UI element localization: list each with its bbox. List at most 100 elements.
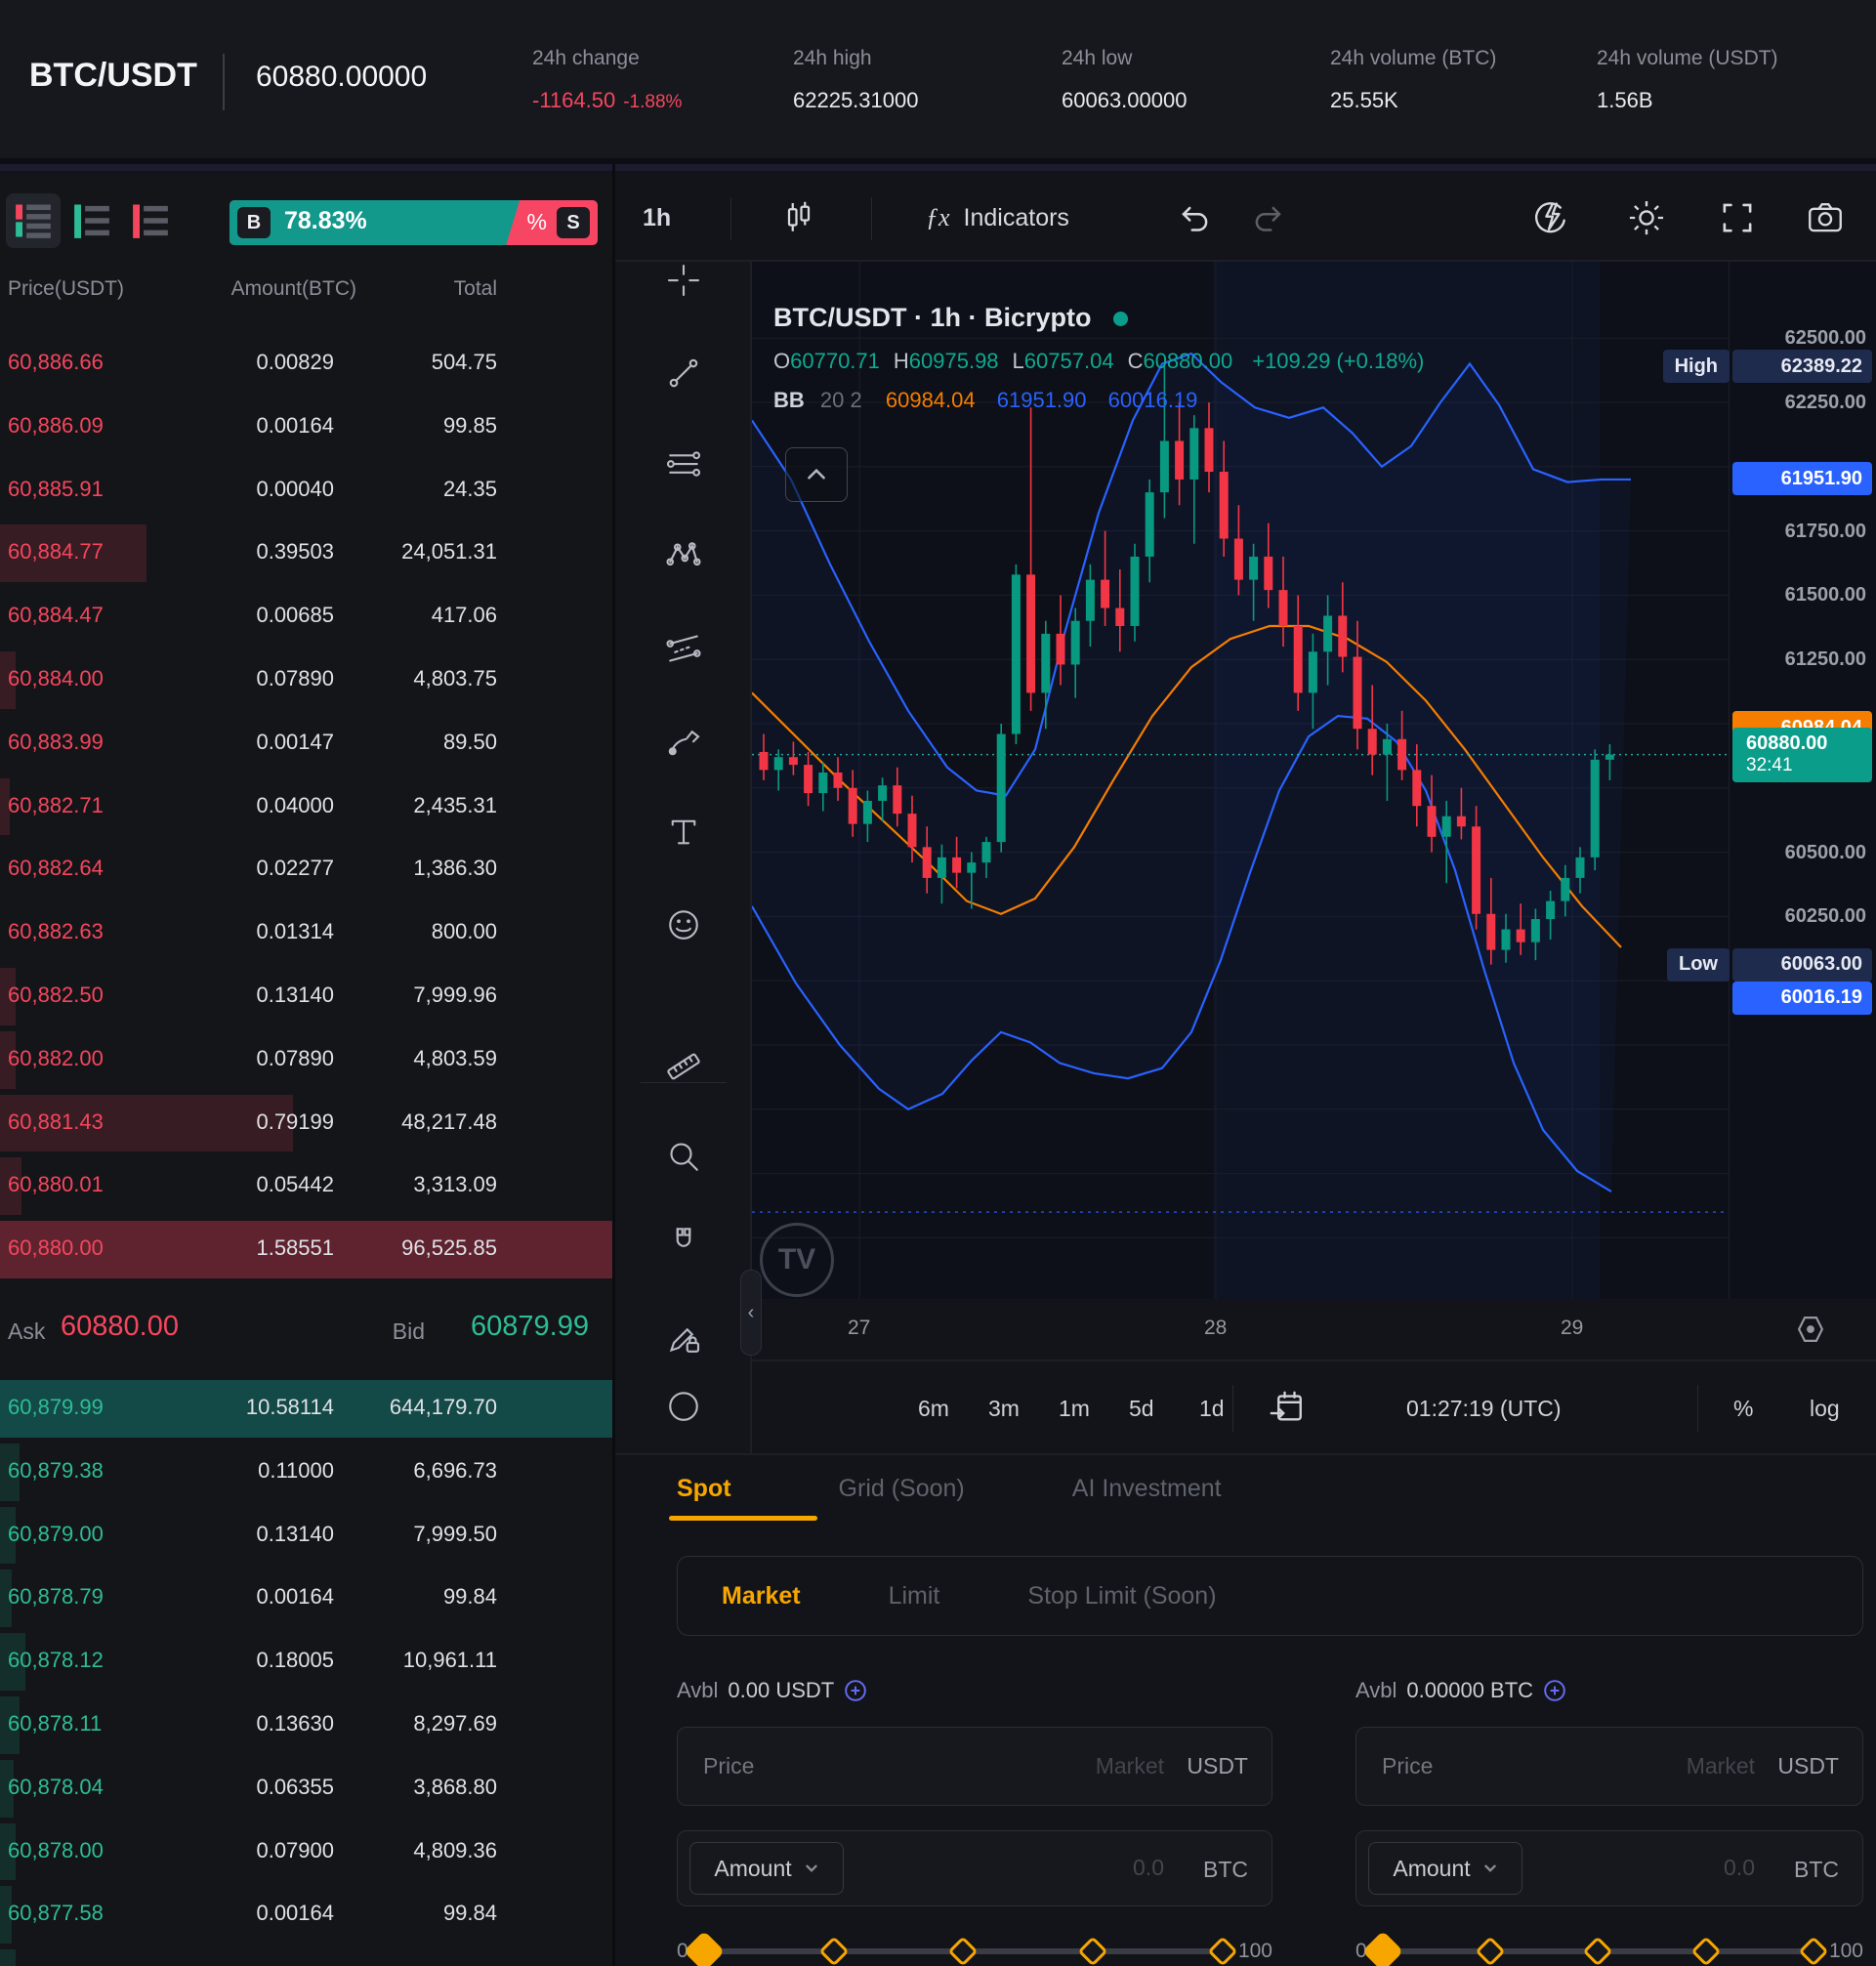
slider-track[interactable]: [1383, 1948, 1813, 1954]
indicators-button[interactable]: ƒx Indicators: [926, 176, 1069, 260]
ask-row[interactable]: 60,882.00 0.07890 4,803.59: [0, 1028, 612, 1092]
slider-step-100[interactable]: [1798, 1936, 1828, 1966]
tab-stop-limit[interactable]: Stop Limit (Soon): [1027, 1582, 1216, 1610]
ask-row[interactable]: 60,886.66 0.00829 504.75: [0, 332, 612, 396]
order-price: 60,881.43: [8, 1109, 104, 1135]
orderbook-view-asks-button[interactable]: [123, 193, 178, 248]
goto-date-button[interactable]: [1268, 1363, 1307, 1453]
sell-amount-selector[interactable]: Amount: [1368, 1842, 1522, 1895]
tab-ai-investment[interactable]: AI Investment: [1072, 1475, 1222, 1503]
redo-button[interactable]: [1250, 176, 1289, 260]
buy-price-input[interactable]: Price Market USDT: [677, 1727, 1272, 1806]
tab-market[interactable]: Market: [722, 1582, 801, 1610]
buy-amount-input[interactable]: Amount 0.0 BTC: [677, 1830, 1272, 1906]
price-scale[interactable]: 62500.0062250.0061750.0061500.0061250.00…: [1729, 262, 1876, 1299]
mode-log[interactable]: log: [1810, 1363, 1840, 1453]
brush-tool[interactable]: [664, 721, 703, 760]
bid-row[interactable]: 60,879.99 10.58114 644,179.70: [0, 1377, 612, 1441]
bid-row[interactable]: 60,878.79 0.00164 99.84: [0, 1567, 612, 1630]
trendline-tool[interactable]: [664, 354, 703, 393]
bid-row[interactable]: 60,878.11 0.13630 8,297.69: [0, 1694, 612, 1757]
ask-row[interactable]: 60,884.47 0.00685 417.06: [0, 585, 612, 648]
bid-row[interactable]: 60,879.38 0.11000 6,696.73: [0, 1441, 612, 1504]
clock-utc[interactable]: 01:27:19 (UTC): [1406, 1363, 1562, 1453]
slider-step-75[interactable]: [1078, 1936, 1108, 1966]
horizontal-lines-tool[interactable]: [664, 444, 703, 483]
ask-row[interactable]: 60,880.01 0.05442 3,313.09: [0, 1154, 612, 1218]
buy-amount-slider[interactable]: 0 100: [677, 1930, 1272, 1966]
ask-row[interactable]: 60,885.91 0.00040 24.35: [0, 459, 612, 523]
orderbook-view-both-button[interactable]: [6, 193, 61, 248]
ask-row[interactable]: 60,881.43 0.79199 48,217.48: [0, 1092, 612, 1155]
best-bid-price[interactable]: 60879.99: [471, 1311, 589, 1343]
sell-amount-input[interactable]: Amount 0.0 BTC: [1355, 1830, 1863, 1906]
crosshair-tool[interactable]: [664, 262, 703, 300]
range-3m[interactable]: 3m: [988, 1363, 1020, 1453]
mode-percent[interactable]: %: [1733, 1363, 1753, 1453]
alert-button[interactable]: [1528, 176, 1569, 260]
slider-step-75[interactable]: [1690, 1936, 1721, 1966]
range-1d[interactable]: 1d: [1199, 1363, 1225, 1453]
zoom-tool[interactable]: [664, 1137, 703, 1176]
slider-step-50[interactable]: [948, 1936, 979, 1966]
settings-button[interactable]: [1626, 176, 1667, 260]
bid-row[interactable]: 60,877.58 0.00164 99.84: [0, 1883, 612, 1946]
best-ask-price[interactable]: 60880.00: [61, 1311, 179, 1343]
range-5d[interactable]: 5d: [1129, 1363, 1154, 1453]
magnet-tool[interactable]: [664, 1223, 703, 1262]
tab-limit[interactable]: Limit: [889, 1582, 940, 1610]
screenshot-button[interactable]: [1805, 176, 1846, 260]
lock-drawings-tool[interactable]: [664, 1318, 703, 1358]
text-tool[interactable]: [664, 813, 703, 852]
parallel-channel-tool[interactable]: [664, 629, 703, 668]
legend-collapse-button[interactable]: [785, 447, 848, 502]
slider-track[interactable]: [704, 1948, 1223, 1954]
pair-title[interactable]: BTC/USDT: [29, 57, 197, 95]
bid-row[interactable]: 60,878.04 0.06355 3,868.80: [0, 1757, 612, 1820]
undo-button[interactable]: [1174, 176, 1213, 260]
slider-handle[interactable]: [1361, 1931, 1402, 1966]
xabcd-pattern-tool[interactable]: [664, 536, 703, 575]
sell-price-input[interactable]: Price Market USDT: [1355, 1727, 1863, 1806]
bid-row[interactable]: 60,878.12 0.18005 10,961.11: [0, 1630, 612, 1694]
interval-button[interactable]: 1h: [643, 176, 671, 260]
ask-row[interactable]: 60,882.71 0.04000 2,435.31: [0, 775, 612, 839]
ask-row[interactable]: 60,884.77 0.39503 24,051.31: [0, 522, 612, 585]
ask-row[interactable]: 60,880.00 1.58551 96,525.85: [0, 1218, 612, 1281]
slider-step-100[interactable]: [1207, 1936, 1237, 1966]
buy-amount-selector[interactable]: Amount: [689, 1842, 844, 1895]
candlestick-chart[interactable]: [752, 262, 1729, 1299]
ruler-tool[interactable]: [664, 1047, 703, 1086]
slider-handle[interactable]: [683, 1931, 724, 1966]
tab-spot[interactable]: Spot: [677, 1475, 731, 1503]
ask-row[interactable]: 60,882.64 0.02277 1,386.30: [0, 838, 612, 901]
ask-row[interactable]: 60,882.50 0.13140 7,999.96: [0, 965, 612, 1028]
tab-grid[interactable]: Grid (Soon): [839, 1475, 965, 1503]
bid-row[interactable]: 60,878.00 0.07900 4,809.36: [0, 1820, 612, 1884]
axis-settings-button[interactable]: [1792, 1311, 1829, 1348]
more-tool[interactable]: [664, 1387, 703, 1426]
chart-canvas[interactable]: BTC/USDT · 1h · Bicrypto O60770.71H60975…: [752, 262, 1876, 1299]
chart-type-button[interactable]: [779, 176, 818, 260]
order-amount: 0.00164: [256, 413, 334, 439]
ask-row[interactable]: 60,882.63 0.01314 800.00: [0, 901, 612, 965]
ask-row[interactable]: 60,886.09 0.00164 99.85: [0, 396, 612, 459]
bid-row[interactable]: 60,877.21 0.08066 4,910.36: [0, 1946, 612, 1966]
tradingview-logo[interactable]: TV: [760, 1223, 834, 1297]
deposit-plus-icon[interactable]: [1543, 1679, 1566, 1702]
slider-step-25[interactable]: [818, 1936, 849, 1966]
orderbook-view-bids-button[interactable]: [64, 193, 119, 248]
emoji-tool[interactable]: [664, 905, 703, 944]
slider-step-25[interactable]: [1475, 1936, 1505, 1966]
range-1m[interactable]: 1m: [1059, 1363, 1090, 1453]
time-axis[interactable]: 272829: [752, 1299, 1876, 1361]
fullscreen-button[interactable]: [1717, 176, 1758, 260]
ask-row[interactable]: 60,884.00 0.07890 4,803.75: [0, 648, 612, 712]
toolbar-collapse-handle[interactable]: ‹: [740, 1270, 762, 1356]
bid-row[interactable]: 60,879.00 0.13140 7,999.50: [0, 1504, 612, 1568]
ask-row[interactable]: 60,883.99 0.00147 89.50: [0, 712, 612, 775]
deposit-plus-icon[interactable]: [844, 1679, 867, 1702]
slider-step-50[interactable]: [1583, 1936, 1613, 1966]
range-6m[interactable]: 6m: [918, 1363, 949, 1453]
sell-amount-slider[interactable]: 0 100: [1355, 1930, 1863, 1966]
